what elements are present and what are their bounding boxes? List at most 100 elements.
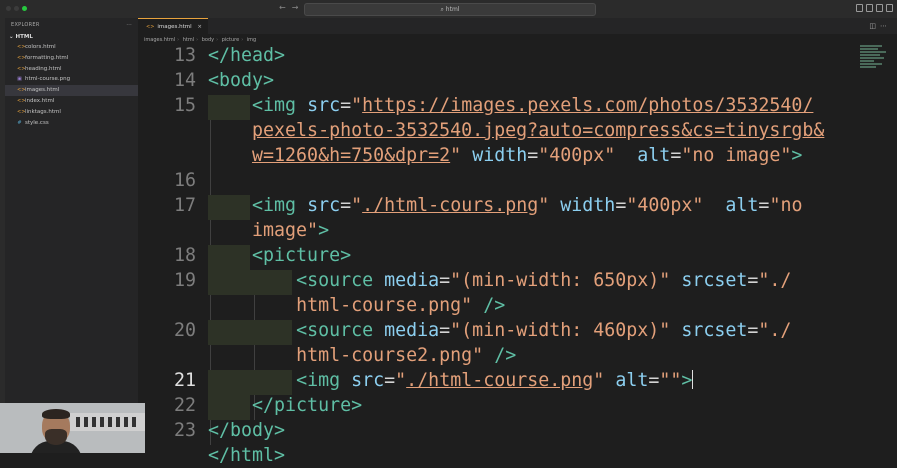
- close-tab-icon[interactable]: ×: [197, 19, 202, 35]
- code-line-wrap: image">: [138, 218, 858, 243]
- split-editor-icon[interactable]: ◫: [869, 22, 880, 30]
- toggle-panel-icon[interactable]: [866, 4, 873, 12]
- code-line: </html>: [138, 443, 858, 468]
- file-label: style.css: [25, 119, 49, 126]
- code-line: 13 </head>: [138, 43, 858, 68]
- editor-actions: ◫⋯: [869, 22, 891, 30]
- webcam-overlay: [0, 403, 145, 453]
- file-label: html-course.png: [25, 76, 71, 83]
- line-number: 23: [173, 420, 196, 441]
- toggle-sidebar-icon[interactable]: [856, 4, 863, 12]
- file-type-icon: <>: [17, 65, 26, 72]
- line-number: 19: [173, 270, 196, 291]
- file-label: heading.html: [25, 65, 62, 72]
- code-text: pexels-photo-3532540.jpeg?auto=compress&…: [252, 120, 825, 141]
- code-text: <img src="./html-course.png" alt="">: [296, 370, 694, 391]
- layout-controls: [856, 4, 893, 12]
- code-text: <source media="(min-width: 650px)" srcse…: [296, 270, 792, 291]
- line-number: 13: [173, 45, 196, 66]
- code-line: 23 </body>: [138, 418, 858, 443]
- file-type-icon: <>: [17, 97, 26, 104]
- code-text: <img src="./html-cours.png" width="400px…: [252, 195, 803, 216]
- file-item[interactable]: <>heading.html: [5, 64, 138, 75]
- line-number: 18: [173, 245, 196, 266]
- presenter-hair: [42, 409, 70, 419]
- code-text: html-course.png" />: [296, 295, 506, 316]
- minimap[interactable]: [860, 45, 888, 75]
- file-type-icon: <>: [17, 44, 26, 50]
- code-line-wrap: pexels-photo-3532540.jpeg?auto=compress&…: [138, 118, 858, 143]
- line-number: 21: [173, 370, 196, 391]
- file-type-icon: ▣: [17, 76, 22, 83]
- line-number: 14: [173, 70, 196, 91]
- file-label: images.html: [25, 87, 60, 94]
- folder-html[interactable]: ⌄ HTML: [5, 32, 138, 42]
- file-label: colors.html: [25, 44, 56, 50]
- toggle-secondary-sidebar-icon[interactable]: [876, 4, 883, 12]
- code-line: 16: [138, 168, 858, 193]
- file-item[interactable]: <>index.html: [5, 96, 138, 107]
- line-number: 17: [173, 195, 196, 216]
- text-cursor: [692, 370, 694, 389]
- file-list: <>colors.html <>formatting.html <>heading.…: [5, 42, 138, 128]
- code-line: 22 </picture>: [138, 393, 858, 418]
- code-text: </head>: [208, 45, 286, 66]
- explorer-sidebar: EXPLORER ··· ⌄ HTML <>colors.html <>forma…: [5, 18, 138, 453]
- file-label: linktags.html: [25, 108, 61, 115]
- file-type-icon: <>: [17, 54, 26, 61]
- file-item[interactable]: <>images.html: [5, 85, 138, 96]
- code-line: 20 <source media="(min-width: 460px)" sr…: [138, 318, 858, 343]
- file-item[interactable]: <>formatting.html: [5, 53, 138, 64]
- more-actions-icon[interactable]: ···: [126, 18, 132, 32]
- folder-label: HTML: [15, 34, 33, 40]
- line-number: 15: [173, 95, 196, 116]
- search-text: html: [445, 6, 460, 13]
- file-type-icon: <>: [17, 108, 26, 115]
- title-bar: ←→ ⌕ html: [0, 0, 897, 19]
- file-item[interactable]: <>linktags.html: [5, 107, 138, 118]
- tab-images-html[interactable]: <> images.html ×: [138, 18, 208, 34]
- code-text: </body>: [208, 420, 286, 441]
- code-editor[interactable]: 13 </head> 14 <body> 15 <img src="https://…: [138, 43, 897, 466]
- code-line: 18 <picture>: [138, 243, 858, 268]
- file-item[interactable]: ▣ html-course.png: [5, 74, 138, 85]
- navigation-arrows[interactable]: ←→: [279, 3, 304, 12]
- forward-arrow-icon[interactable]: →: [292, 3, 305, 12]
- webcam-background-shelf: [70, 413, 145, 431]
- more-editor-actions-icon[interactable]: ⋯: [880, 22, 891, 30]
- code-line-wrap: w=1260&h=750&dpr=2" width="400px" alt="n…: [138, 143, 858, 168]
- minimize-window-icon[interactable]: [14, 6, 19, 11]
- file-type-icon: <>: [17, 87, 26, 94]
- close-window-icon[interactable]: [6, 6, 11, 11]
- code-text: <picture>: [252, 245, 352, 266]
- explorer-header: EXPLORER ···: [5, 18, 138, 32]
- file-item[interactable]: <>colors.html: [5, 42, 138, 53]
- command-center-search[interactable]: ⌕ html: [304, 3, 596, 16]
- code-text: <img src="https://images.pexels.com/phot…: [252, 95, 814, 116]
- maximize-window-icon[interactable]: [22, 6, 27, 11]
- presenter-beard: [45, 429, 67, 445]
- file-type-icon: #: [17, 119, 22, 126]
- file-item[interactable]: # style.css: [5, 118, 138, 129]
- file-label: index.html: [25, 97, 55, 104]
- code-text: image">: [252, 220, 330, 241]
- code-line-wrap: html-course.png" />: [138, 293, 858, 318]
- tab-bar: <> images.html × ◫⋯: [138, 18, 897, 34]
- code-text: html-course2.png" />: [296, 345, 517, 366]
- code-line: 19 <source media="(min-width: 650px)" sr…: [138, 268, 858, 293]
- code-line-wrap: html-course2.png" />: [138, 343, 858, 368]
- code-line-current: 21 <img src="./html-course.png" alt="">: [138, 368, 858, 393]
- code-text: <body>: [208, 70, 275, 91]
- code-line: 15 <img src="https://images.pexels.com/p…: [138, 93, 858, 118]
- back-arrow-icon[interactable]: ←: [279, 3, 292, 12]
- code-text: </picture>: [252, 395, 363, 416]
- customize-layout-icon[interactable]: [886, 4, 893, 12]
- line-number: 16: [173, 170, 196, 191]
- code-text: <source media="(min-width: 460px)" srcse…: [296, 320, 792, 341]
- line-number: 22: [173, 395, 196, 416]
- explorer-title: EXPLORER: [11, 22, 40, 28]
- code-text: w=1260&h=750&dpr=2" width="400px" alt="n…: [252, 145, 803, 166]
- line-number: 20: [173, 320, 196, 341]
- html-file-icon: <>: [146, 24, 155, 30]
- tab-label: images.html: [157, 24, 192, 30]
